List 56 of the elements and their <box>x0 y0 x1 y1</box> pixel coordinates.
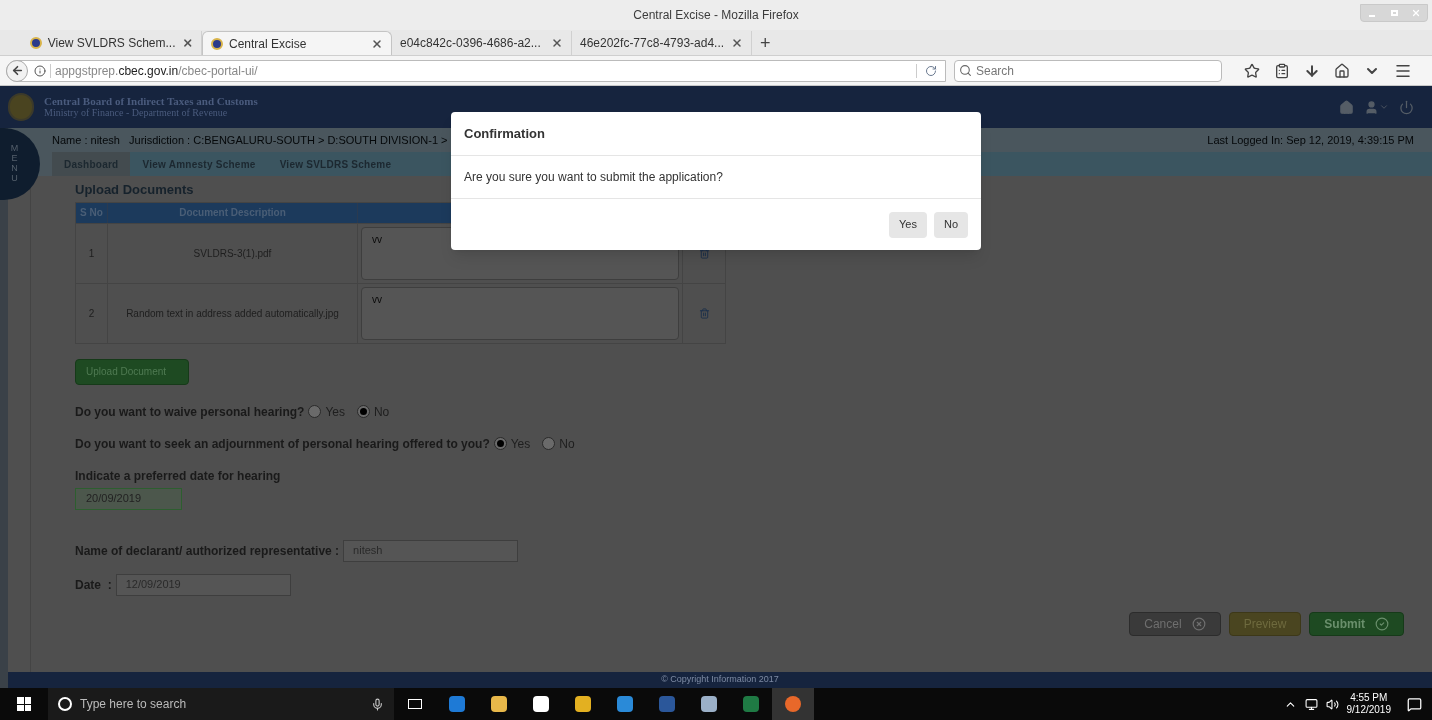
reload-icon[interactable] <box>925 64 937 77</box>
tab-title: View SVLDRS Schem... <box>47 35 176 52</box>
browser-tab[interactable]: 46e202fc-77c8-4793-ad4... <box>572 31 752 55</box>
emblem-icon <box>8 93 34 121</box>
tab-title: Central Excise <box>229 35 308 53</box>
action-button[interactable]: Submit <box>1309 611 1404 636</box>
remarks-field[interactable]: vv <box>361 286 679 340</box>
notification-icon[interactable] <box>1407 696 1422 712</box>
last-logged-in: Last Logged In: Sep 12, 2019, 4:39:15 PM <box>1207 132 1414 148</box>
search-field[interactable]: Search <box>954 59 1222 82</box>
dialog-title: Confirmation <box>464 124 545 143</box>
taskbar-search-field[interactable]: Type here to search <box>48 688 394 720</box>
cortana-icon <box>58 697 72 711</box>
emblem-icon <box>211 37 223 50</box>
dialog-button[interactable]: No <box>933 211 968 238</box>
url-field[interactable]: appgstprep.cbec.gov.in/cbec-portal-ui/ <box>6 59 946 82</box>
search-icon <box>959 64 972 77</box>
clock-time: 4:55 PM <box>1350 692 1388 704</box>
microphone-icon[interactable] <box>371 697 384 711</box>
emblem-icon <box>30 37 42 49</box>
info-icon <box>34 64 46 77</box>
radio-button[interactable] <box>356 405 370 418</box>
close-tab-icon[interactable] <box>371 37 383 50</box>
url-text: appgstprep.cbec.gov.in/cbec-portal-ui/ <box>55 62 259 80</box>
reading-list-icon[interactable] <box>1274 62 1290 79</box>
bookmark-star-icon[interactable] <box>1244 62 1260 79</box>
clock-date: 9/12/2019 <box>1346 704 1391 716</box>
new-tab-button[interactable]: + <box>752 31 779 55</box>
dialog-message: Are you sure you want to submit the application? <box>464 169 723 186</box>
close-tab-icon[interactable] <box>181 37 193 49</box>
delete-icon[interactable] <box>698 247 710 259</box>
dialog-button[interactable]: Yes <box>889 211 927 238</box>
copyright-text: © Copyright Information 2017 <box>661 673 779 687</box>
organization-name: Central Board of Indirect Taxes and Customs <box>44 95 258 107</box>
radio-button[interactable] <box>542 437 556 450</box>
speaker-icon[interactable] <box>1325 697 1339 711</box>
home-icon[interactable] <box>1334 62 1350 79</box>
close-tab-icon[interactable] <box>731 37 743 49</box>
window-title: Central Excise - Mozilla Firefox <box>633 7 799 24</box>
browser-tab[interactable]: e04c842c-0396-4686-a2... <box>392 31 572 55</box>
tab-title: e04c842c-0396-4686-a2... <box>400 35 542 52</box>
radio-button[interactable] <box>308 405 322 418</box>
radio-button[interactable] <box>493 437 507 450</box>
back-button[interactable] <box>6 59 28 82</box>
section-title: Upload Documents <box>75 181 195 199</box>
download-icon[interactable] <box>1304 62 1320 79</box>
close-tab-icon[interactable] <box>551 37 563 49</box>
tab-title: 46e202fc-77c8-4793-ad4... <box>580 35 725 52</box>
network-icon[interactable] <box>1304 697 1318 711</box>
close-icon <box>1191 616 1206 631</box>
check-icon <box>1375 616 1389 631</box>
search-placeholder: Search <box>976 62 1015 80</box>
user-info: Name : nitesh Jurisdiction : C:BENGALURU-SOUTH > D:SOUTH DIVISION-1 > <box>52 132 448 148</box>
back-arrow-icon <box>10 64 24 77</box>
close-icon <box>1411 8 1421 18</box>
browser-tab[interactable]: Central Excise <box>202 31 392 55</box>
